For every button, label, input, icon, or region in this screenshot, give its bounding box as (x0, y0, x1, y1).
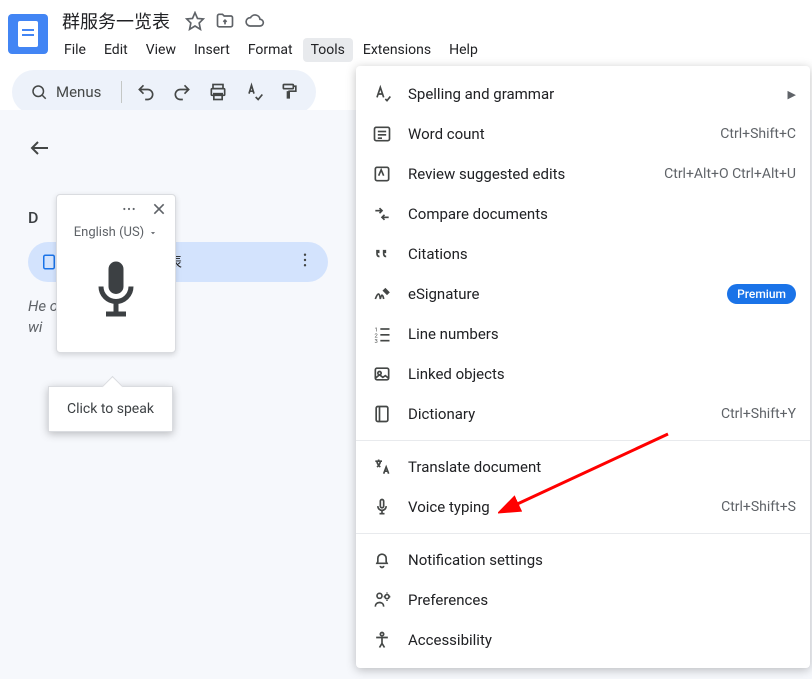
menus-search[interactable]: Menus (22, 79, 113, 105)
doc-tabs-heading: D (28, 208, 38, 227)
document-title[interactable]: 群服务一览表 (56, 6, 176, 36)
microphone-icon (86, 254, 146, 334)
voice-mic-button[interactable] (57, 246, 175, 352)
spellcheck-a-icon (370, 82, 394, 106)
cloud-status-icon[interactable] (244, 10, 266, 32)
menu-translate[interactable]: Translate document (356, 447, 810, 487)
redo-button[interactable] (166, 76, 198, 108)
menu-dictionary[interactable]: Dictionary Ctrl+Shift+Y (356, 394, 810, 434)
premium-badge: Premium (727, 284, 796, 304)
print-icon (208, 82, 228, 102)
menu-tools[interactable]: Tools (303, 38, 353, 62)
caret-down-icon (148, 228, 158, 238)
menu-spelling-grammar[interactable]: Spelling and grammar ▶ (356, 74, 810, 114)
menu-separator (356, 533, 810, 534)
svg-text:3: 3 (375, 339, 378, 344)
menu-word-count[interactable]: Word count Ctrl+Shift+C (356, 114, 810, 154)
docs-app-icon[interactable] (8, 14, 48, 54)
menu-format[interactable]: Format (240, 38, 301, 62)
voice-language-label: English (US) (74, 225, 144, 240)
menu-help[interactable]: Help (441, 38, 486, 62)
search-icon (30, 83, 48, 101)
spellcheck-icon (244, 82, 264, 102)
menu-compare-documents[interactable]: Compare documents (356, 194, 810, 234)
toolbar-divider (121, 81, 122, 103)
menu-voice-typing[interactable]: Voice typing Ctrl+Shift+S (356, 487, 810, 527)
line-numbers-icon: 123 (370, 322, 394, 346)
back-arrow[interactable] (28, 136, 52, 166)
menu-linked-objects[interactable]: Linked objects (356, 354, 810, 394)
redo-icon (172, 82, 192, 102)
arrow-left-icon (28, 136, 52, 160)
preferences-icon (370, 588, 394, 612)
spellcheck-button[interactable] (238, 76, 270, 108)
menu-separator (356, 440, 810, 441)
toolbar: Menus (12, 70, 316, 114)
menu-citations[interactable]: Citations (356, 234, 810, 274)
header: 群服务一览表 File Edit View Insert Format Tool… (0, 0, 812, 62)
menu-file[interactable]: File (56, 38, 94, 62)
tab-more-button[interactable] (296, 251, 314, 273)
dictionary-icon (370, 402, 394, 426)
voice-popup-more[interactable] (121, 201, 137, 221)
title-area: 群服务一览表 File Edit View Insert Format Tool… (56, 6, 804, 62)
voice-typing-popup[interactable]: English (US) (56, 194, 176, 353)
bell-icon (370, 548, 394, 572)
submenu-arrow-icon: ▶ (788, 88, 796, 101)
more-horiz-icon (121, 201, 137, 217)
voice-tooltip: Click to speak (48, 386, 173, 432)
review-icon (370, 162, 394, 186)
menu-extensions[interactable]: Extensions (355, 38, 439, 62)
linked-objects-icon (370, 362, 394, 386)
close-icon (151, 201, 167, 217)
paint-roller-icon (280, 82, 300, 102)
citations-icon (370, 242, 394, 266)
menu-accessibility[interactable]: Accessibility (356, 620, 810, 660)
esignature-icon (370, 282, 394, 306)
voice-popup-close[interactable] (151, 201, 167, 221)
undo-button[interactable] (130, 76, 162, 108)
menu-notification-settings[interactable]: Notification settings (356, 540, 810, 580)
compare-icon (370, 202, 394, 226)
translate-icon (370, 455, 394, 479)
undo-icon (136, 82, 156, 102)
menu-esignature[interactable]: eSignature Premium (356, 274, 810, 314)
menu-preferences[interactable]: Preferences (356, 580, 810, 620)
word-count-icon (370, 122, 394, 146)
menu-insert[interactable]: Insert (186, 38, 238, 62)
voice-icon (370, 495, 394, 519)
print-button[interactable] (202, 76, 234, 108)
menu-edit[interactable]: Edit (96, 38, 136, 62)
voice-language-select[interactable]: English (US) (57, 223, 175, 246)
menu-line-numbers[interactable]: 123 Line numbers (356, 314, 810, 354)
move-folder-icon[interactable] (214, 10, 236, 32)
more-vert-icon (296, 251, 314, 269)
tools-dropdown: Spelling and grammar ▶ Word count Ctrl+S… (356, 66, 810, 668)
accessibility-icon (370, 628, 394, 652)
menus-label: Menus (56, 83, 101, 101)
menubar: File Edit View Insert Format Tools Exten… (56, 36, 804, 62)
star-icon[interactable] (184, 10, 206, 32)
menu-view[interactable]: View (138, 38, 184, 62)
paint-format-button[interactable] (274, 76, 306, 108)
menu-review-suggested[interactable]: Review suggested edits Ctrl+Alt+O Ctrl+A… (356, 154, 810, 194)
